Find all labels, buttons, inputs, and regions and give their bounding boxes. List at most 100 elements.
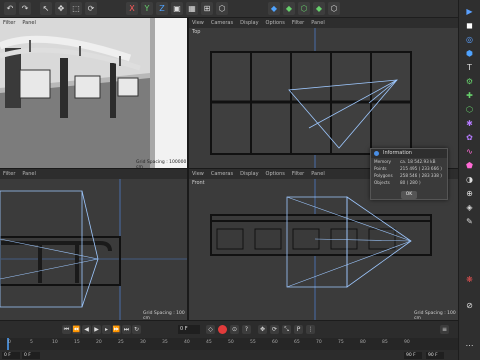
info-key: Polygons bbox=[374, 173, 393, 178]
coordinate-system-icon[interactable]: ▣ bbox=[171, 2, 183, 15]
menu-panel[interactable]: Panel bbox=[311, 169, 325, 179]
tag-icon[interactable]: ❋ bbox=[463, 274, 476, 286]
scale-key-icon[interactable]: ⤡ bbox=[282, 325, 291, 334]
render-picture-icon[interactable]: ⊞ bbox=[201, 2, 213, 15]
deformer-icon[interactable]: ⬡ bbox=[298, 2, 310, 15]
settings-icon[interactable]: ⊘ bbox=[463, 300, 476, 312]
camera-icon[interactable]: ⬡ bbox=[328, 2, 340, 15]
menu-display[interactable]: Display bbox=[240, 169, 258, 179]
timeline-menu-icon[interactable]: ≡ bbox=[440, 325, 449, 334]
scale-icon[interactable]: ⬚ bbox=[70, 2, 82, 15]
deformer-icon[interactable]: ✱ bbox=[463, 118, 476, 130]
rotation-key-icon[interactable]: ⟳ bbox=[270, 325, 279, 334]
dialog-title-bar[interactable]: Information bbox=[371, 149, 447, 158]
toolbar-objects-group: ◆ ◆ ⬡ ◆ ⬡ bbox=[268, 2, 340, 16]
point-level-icon[interactable]: ⋮ bbox=[306, 325, 315, 334]
menu-cameras[interactable]: Cameras bbox=[211, 18, 233, 28]
param-key-icon[interactable]: P bbox=[294, 325, 303, 334]
cube-icon[interactable]: ◆ bbox=[268, 2, 280, 15]
material-icon[interactable]: ◑ bbox=[463, 174, 476, 186]
field-icon[interactable]: ◆ bbox=[313, 2, 325, 15]
menu-options[interactable]: Options bbox=[266, 169, 285, 179]
palette-tool-icon[interactable]: ◼ bbox=[463, 20, 476, 32]
cube-icon[interactable]: ⬢ bbox=[463, 48, 476, 60]
grid-spacing-label: Grid Spacing : 100 cm bbox=[414, 311, 456, 320]
ruler-tick-label: 10 bbox=[52, 340, 58, 345]
menu-filter[interactable]: Filter bbox=[292, 18, 304, 28]
previous-key-icon[interactable]: ⏪ bbox=[72, 325, 81, 334]
sculpt-icon[interactable]: ✎ bbox=[463, 216, 476, 228]
toolbar-left-group: ↶ ↷ bbox=[4, 2, 31, 16]
preview-start-field[interactable]: 0 F bbox=[22, 352, 40, 359]
right-viewport[interactable]: Filter Panel Grid Spacing : 100 cm bbox=[0, 169, 187, 320]
right-view-drawing bbox=[0, 179, 187, 320]
select-icon[interactable]: ↖ bbox=[40, 2, 52, 15]
generator-icon[interactable]: ◆ bbox=[283, 2, 295, 15]
text-icon[interactable]: T bbox=[463, 62, 476, 74]
menu-display[interactable]: Display bbox=[240, 18, 258, 28]
start-frame-field[interactable]: 0 F bbox=[2, 352, 20, 359]
palette-tool-icon[interactable]: ◎ bbox=[463, 34, 476, 46]
menu-cameras[interactable]: Cameras bbox=[211, 169, 233, 179]
info-row-polygons: Polygons 258 546 ( 283 338 ) bbox=[371, 172, 447, 179]
menu-filter[interactable]: Filter bbox=[3, 18, 15, 28]
loop-icon[interactable]: ↻ bbox=[132, 325, 141, 334]
ok-button[interactable]: OK bbox=[401, 191, 417, 199]
snap-icon[interactable]: ⊕ bbox=[463, 188, 476, 200]
preview-end-field[interactable]: 90 F bbox=[404, 352, 422, 359]
render-view-icon[interactable]: ▦ bbox=[186, 2, 198, 15]
polygon-icon[interactable]: ⬟ bbox=[463, 160, 476, 172]
effector-icon[interactable]: ✿ bbox=[463, 132, 476, 144]
record-icon[interactable] bbox=[218, 325, 227, 334]
current-frame-field[interactable]: 0 F bbox=[178, 325, 200, 334]
ruler-tick-label: 70 bbox=[316, 340, 322, 345]
more-icon[interactable]: ⋯ bbox=[463, 340, 476, 352]
go-to-end-icon[interactable]: ⏭ bbox=[122, 325, 131, 334]
move-icon[interactable]: ✥ bbox=[55, 2, 67, 15]
y-axis-icon[interactable]: Y bbox=[141, 2, 153, 15]
menu-panel[interactable]: Panel bbox=[311, 18, 325, 28]
cloner-icon[interactable]: ⬡ bbox=[463, 104, 476, 116]
play-backward-icon[interactable]: ◀ bbox=[82, 325, 91, 334]
ruler-tick-label: 50 bbox=[228, 340, 234, 345]
rotate-icon[interactable]: ⟳ bbox=[85, 2, 97, 15]
perspective-viewport[interactable]: Filter Panel Grid Spacing : 100000 cm bbox=[0, 18, 187, 168]
z-axis-icon[interactable]: Z bbox=[156, 2, 168, 15]
ruler-tick-label: 30 bbox=[140, 340, 146, 345]
top-viewport[interactable]: View Cameras Display Options Filter Pane… bbox=[189, 18, 458, 168]
play-forward-icon[interactable]: ▶ bbox=[92, 325, 101, 334]
x-axis-icon[interactable]: X bbox=[126, 2, 138, 15]
info-value: ca. 18 542.93 kB bbox=[400, 159, 436, 164]
info-value: 215 495 ( 233 666 ) bbox=[400, 166, 442, 171]
array-icon[interactable]: ✚ bbox=[463, 90, 476, 102]
toolbar-axis-group: X Y Z ▣ bbox=[126, 2, 183, 16]
keyframe-selection-icon[interactable]: ? bbox=[242, 325, 251, 334]
position-key-icon[interactable]: ✥ bbox=[258, 325, 267, 334]
menu-view[interactable]: View bbox=[192, 18, 204, 28]
ruler-tick-label: 35 bbox=[162, 340, 168, 345]
menu-panel[interactable]: Panel bbox=[22, 18, 36, 28]
generator-icon[interactable]: ⚙ bbox=[463, 76, 476, 88]
grid-spacing-label: Grid Spacing : 100000 cm bbox=[136, 160, 187, 168]
menu-panel[interactable]: Panel bbox=[22, 169, 36, 179]
menu-options[interactable]: Options bbox=[266, 18, 285, 28]
ruler-tick-label: 60 bbox=[272, 340, 278, 345]
right-tool-palette: ▶ ◼ ◎ ⬢ T ⚙ ✚ ⬡ ✱ ✿ ∿ ⬟ ◑ ⊕ ◈ ✎ ❋ ⊘ ⋯ bbox=[458, 0, 480, 360]
viewport-divider-vertical[interactable] bbox=[187, 18, 189, 320]
next-key-icon[interactable]: ⏩ bbox=[112, 325, 121, 334]
keyframe-icon[interactable]: ◇ bbox=[206, 325, 215, 334]
palette-tool-icon[interactable]: ▶ bbox=[463, 6, 476, 18]
menu-filter[interactable]: Filter bbox=[3, 169, 15, 179]
auto-key-icon[interactable]: ⊙ bbox=[230, 325, 239, 334]
spline-icon[interactable]: ∿ bbox=[463, 146, 476, 158]
menu-filter[interactable]: Filter bbox=[292, 169, 304, 179]
workplane-icon[interactable]: ◈ bbox=[463, 202, 476, 214]
redo-icon[interactable]: ↷ bbox=[19, 2, 31, 15]
end-frame-field[interactable]: 90 F bbox=[426, 352, 444, 359]
next-frame-icon[interactable]: ▸ bbox=[102, 325, 111, 334]
menu-view[interactable]: View bbox=[192, 169, 204, 179]
ruler-tick-label: 80 bbox=[360, 340, 366, 345]
undo-icon[interactable]: ↶ bbox=[4, 2, 16, 15]
go-to-start-icon[interactable]: ⏮ bbox=[62, 325, 71, 334]
render-settings-icon[interactable]: ⬡ bbox=[216, 2, 228, 15]
